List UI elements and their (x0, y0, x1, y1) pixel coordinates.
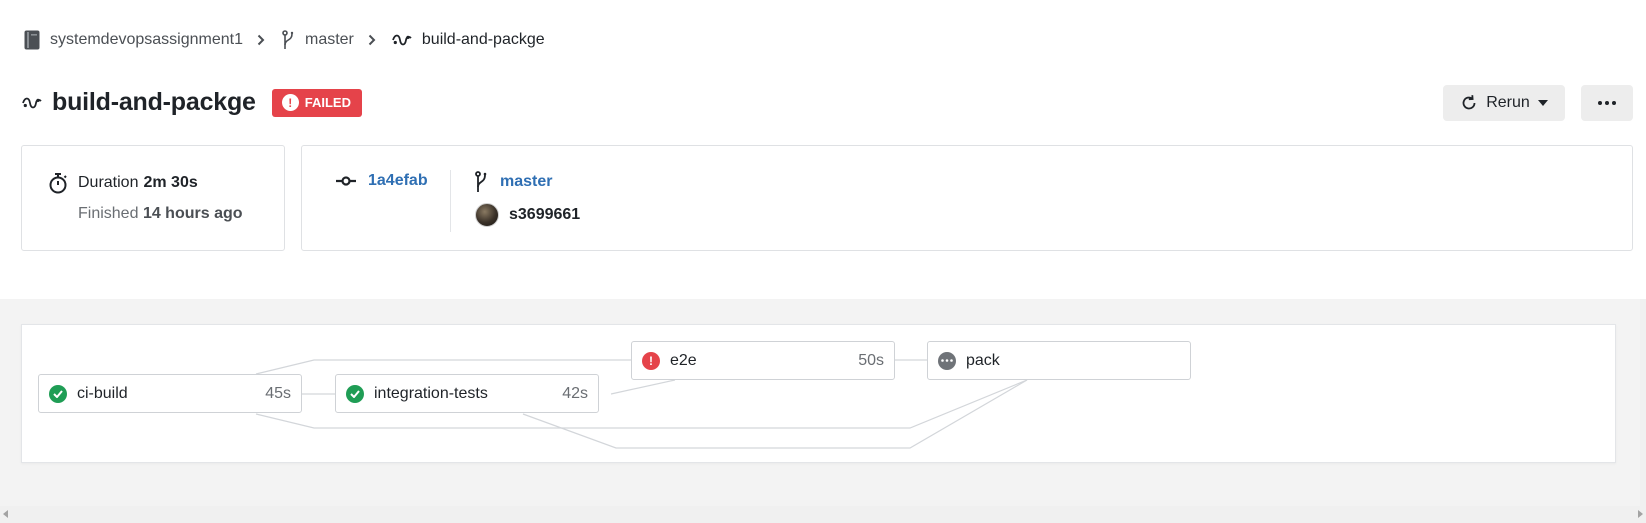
duration-row: Duration 2m 30s (48, 172, 198, 194)
workflow-graph: ci-build 45s integration-tests 42s ! e2e… (21, 324, 1616, 463)
finished-row: Finished 14 hours ago (78, 205, 243, 223)
breadcrumb-branch-label: master (304, 31, 354, 48)
workflow-icon (392, 33, 412, 47)
job-duration: 45s (265, 384, 291, 402)
job-name: pack (966, 351, 1000, 369)
job-duration: 50s (858, 351, 884, 369)
chevron-right-icon (257, 34, 265, 46)
refresh-icon (1460, 94, 1478, 112)
author-name: s3699661 (509, 206, 581, 223)
job-pack[interactable]: pack (927, 341, 1191, 380)
failed-exclamation-icon: ! (642, 351, 660, 370)
caret-down-icon (1537, 100, 1548, 106)
job-name: integration-tests (374, 384, 488, 402)
commit-link[interactable]: 1a4efab (336, 172, 428, 190)
repo-book-icon (24, 30, 40, 50)
commit-sha: 1a4efab (368, 172, 428, 189)
avatar (475, 203, 499, 227)
job-duration: 42s (562, 384, 588, 402)
rerun-button[interactable]: Rerun (1443, 85, 1565, 121)
job-e2e[interactable]: ! e2e 50s (631, 341, 895, 380)
success-check-icon (49, 384, 67, 403)
job-name: e2e (670, 351, 697, 369)
vertical-scrollbar[interactable] (1640, 299, 1646, 506)
finished-label: Finished (78, 205, 139, 222)
job-integration-tests[interactable]: integration-tests 42s (335, 374, 599, 413)
edge-integration-e2e (610, 379, 676, 395)
breadcrumb-workflow-label: build-and-packge (421, 31, 545, 48)
duration-label: Duration (78, 174, 139, 191)
commit-card: 1a4efab master s3699661 (301, 145, 1633, 251)
job-name: ci-build (77, 384, 128, 402)
breadcrumb: systemdevopsassignment1 master build-and… (24, 28, 545, 52)
title-row: build-and-packge ! FAILED (22, 88, 362, 117)
chevron-right-icon (368, 34, 376, 46)
page-title: build-and-packge (52, 88, 256, 116)
stopwatch-icon (48, 172, 68, 194)
scroll-left-arrow-icon[interactable] (3, 510, 8, 518)
ellipsis-icon (1598, 101, 1616, 105)
not-run-ellipsis-icon (938, 351, 956, 370)
git-commit-icon (336, 176, 356, 186)
finished-value: 14 hours ago (142, 205, 243, 222)
status-badge: ! FAILED (271, 88, 362, 117)
horizontal-scrollbar[interactable] (0, 506, 1646, 523)
job-ci-build[interactable]: ci-build 45s (38, 374, 302, 413)
breadcrumb-repo[interactable]: systemdevopsassignment1 (24, 30, 243, 50)
duration-card: Duration 2m 30s Finished 14 hours ago (21, 145, 285, 251)
workflow-icon (22, 96, 42, 110)
duration-value: 2m 30s (143, 174, 198, 191)
success-check-icon (346, 384, 364, 403)
more-options-button[interactable] (1581, 85, 1633, 121)
branch-name: master (500, 173, 553, 190)
branch-link[interactable]: master (474, 171, 552, 193)
edge-ci-build-e2e (255, 359, 631, 375)
divider (450, 170, 451, 232)
breadcrumb-workflow: build-and-packge (392, 31, 545, 49)
scroll-right-arrow-icon[interactable] (1638, 510, 1643, 518)
rerun-button-label: Rerun (1486, 94, 1530, 111)
status-badge-label: FAILED (304, 95, 351, 110)
git-branch-icon (281, 30, 295, 50)
exclamation-icon: ! (281, 94, 299, 111)
commit-author: s3699661 (475, 203, 580, 227)
breadcrumb-repo-label: systemdevopsassignment1 (50, 31, 243, 48)
git-branch-icon (474, 171, 488, 193)
breadcrumb-branch[interactable]: master (281, 30, 354, 50)
